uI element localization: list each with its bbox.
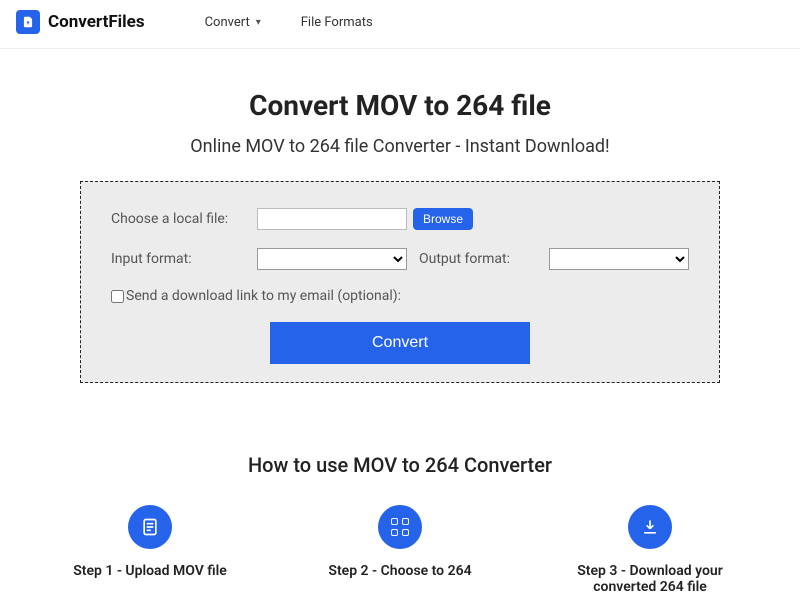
grid-icon	[378, 505, 422, 549]
main: Convert MOV to 264 file Online MOV to 26…	[0, 49, 800, 615]
upload-file-icon	[128, 505, 172, 549]
step-1-label: Step 1 - Upload MOV file	[65, 563, 235, 579]
input-format-select[interactable]	[257, 248, 407, 270]
step-3: Step 3 - Download your converted 264 fil…	[565, 505, 735, 595]
output-format-select[interactable]	[549, 248, 689, 270]
choose-file-label: Choose a local file:	[111, 211, 251, 227]
format-row: Input format: Output format:	[111, 248, 689, 270]
step-2-label: Step 2 - Choose to 264	[315, 563, 485, 579]
file-path-input[interactable]	[257, 208, 407, 230]
page-subtitle: Online MOV to 264 file Converter - Insta…	[20, 136, 780, 157]
output-format-label: Output format:	[419, 251, 510, 267]
email-row: Send a download link to my email (option…	[111, 288, 689, 304]
steps-row: Step 1 - Upload MOV file Step 2 - Choose…	[20, 505, 780, 595]
logo-text: ConvertFiles	[48, 12, 145, 32]
step-2: Step 2 - Choose to 264	[315, 505, 485, 595]
download-icon	[628, 505, 672, 549]
howto-section: How to use MOV to 264 Converter Step 1 -…	[20, 453, 780, 595]
logo-icon	[16, 10, 40, 34]
step-3-label: Step 3 - Download your converted 264 fil…	[565, 563, 735, 595]
chevron-down-icon: ▾	[256, 17, 261, 28]
page-title: Convert MOV to 264 file	[20, 89, 780, 122]
nav: Convert ▾ File Formats	[205, 15, 373, 30]
convert-panel: Choose a local file: Browse Input format…	[80, 181, 720, 383]
nav-convert-label: Convert	[205, 15, 250, 30]
browse-button[interactable]: Browse	[413, 208, 473, 230]
nav-convert[interactable]: Convert ▾	[205, 15, 261, 30]
logo[interactable]: ConvertFiles	[16, 10, 145, 34]
howto-title: How to use MOV to 264 Converter	[20, 453, 780, 477]
header: ConvertFiles Convert ▾ File Formats	[0, 0, 800, 49]
input-format-label: Input format:	[111, 251, 251, 267]
convert-button[interactable]: Convert	[270, 322, 530, 364]
step-1: Step 1 - Upload MOV file	[65, 505, 235, 595]
choose-file-row: Choose a local file: Browse	[111, 208, 689, 230]
nav-file-formats[interactable]: File Formats	[301, 15, 373, 30]
email-label: Send a download link to my email (option…	[126, 288, 401, 304]
email-checkbox[interactable]	[111, 290, 124, 303]
nav-formats-label: File Formats	[301, 15, 373, 30]
